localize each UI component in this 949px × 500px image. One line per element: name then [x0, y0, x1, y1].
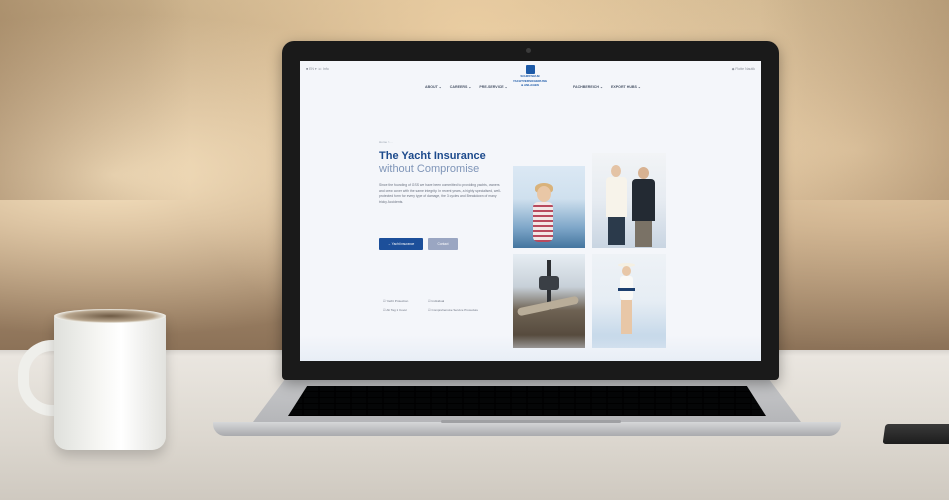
topbar-contact[interactable]: ◆ Flotte Nautik	[732, 67, 755, 71]
photo-girl-on-boat	[513, 166, 585, 248]
photo-figure-body	[533, 202, 553, 242]
photo-figure-head	[638, 167, 649, 179]
laptop-base	[213, 378, 841, 458]
hero-subtitle: without Compromise	[379, 163, 480, 175]
nav-item[interactable]: CAREERS ⌄	[450, 85, 472, 89]
notebook	[882, 424, 949, 444]
photo-couple-on-deck	[592, 153, 666, 248]
photo-figure-body	[606, 177, 627, 217]
main-nav-right: FACHBEREICH ⌄ EXPORT HUBS ⌄	[573, 85, 648, 89]
nav-item[interactable]: ABOUT ⌄	[425, 85, 442, 89]
photo-figure-head	[622, 266, 631, 276]
nav-item[interactable]: PRE-SERVICE ⌄	[479, 85, 507, 89]
feature-item: ☑ Ab Tag 1 Cover	[383, 308, 407, 312]
screen-bottom-wave	[300, 335, 761, 361]
laptop-trackpad	[441, 420, 621, 423]
contact-button[interactable]: Contact	[428, 238, 458, 250]
photo-figure-legs	[608, 217, 625, 245]
breadcrumb[interactable]: Home > ...	[379, 140, 393, 144]
coffee-mug-rim	[54, 309, 166, 323]
nav-item[interactable]: EXPORT HUBS ⌄	[611, 85, 641, 89]
photo-figure-head	[537, 186, 551, 202]
coffee-mug	[54, 314, 166, 450]
photo-figure-legs	[621, 300, 632, 334]
photo-figure-legs	[635, 221, 652, 247]
camera-icon	[526, 48, 531, 53]
hero-title: The Yacht Insurance	[379, 150, 486, 162]
photo-boat-winch	[513, 254, 585, 348]
laptop-screen: ■ EN ▾ ☏ Info ◆ Flotte Nautik SCHIFFSHUB…	[300, 61, 761, 361]
photo-woman-on-sailboat	[592, 254, 666, 348]
photo-figure-stripe	[618, 288, 635, 291]
laptop-front-edge	[213, 422, 841, 436]
feature-item: ☑ Comprehensive Service Procedure	[428, 308, 479, 312]
hero-description: Since the founding of GSS we have been c…	[379, 183, 501, 204]
photo-figure-body	[632, 179, 655, 221]
photo-winch	[539, 276, 559, 290]
laptop-keyboard	[288, 386, 766, 416]
logo-mark-icon	[525, 65, 535, 74]
logo-text-1: SCHIFFSHUB	[520, 74, 540, 78]
photo-figure-head	[611, 165, 621, 177]
topbar-language[interactable]: ■ EN ▾ ☏ Info	[306, 67, 329, 71]
nav-item[interactable]: FACHBEREICH ⌄	[573, 85, 603, 89]
feature-item: ☑ Individual	[428, 299, 445, 303]
feature-item: ☑ Yacht Protection	[383, 299, 409, 303]
laptop-lid: ■ EN ▾ ☏ Info ◆ Flotte Nautik SCHIFFSHUB…	[282, 41, 779, 380]
yacht-insurance-button[interactable]: → Yacht insurance	[379, 238, 423, 250]
main-nav-left: ABOUT ⌄ CAREERS ⌄ PRE-SERVICE ⌄	[425, 85, 515, 89]
